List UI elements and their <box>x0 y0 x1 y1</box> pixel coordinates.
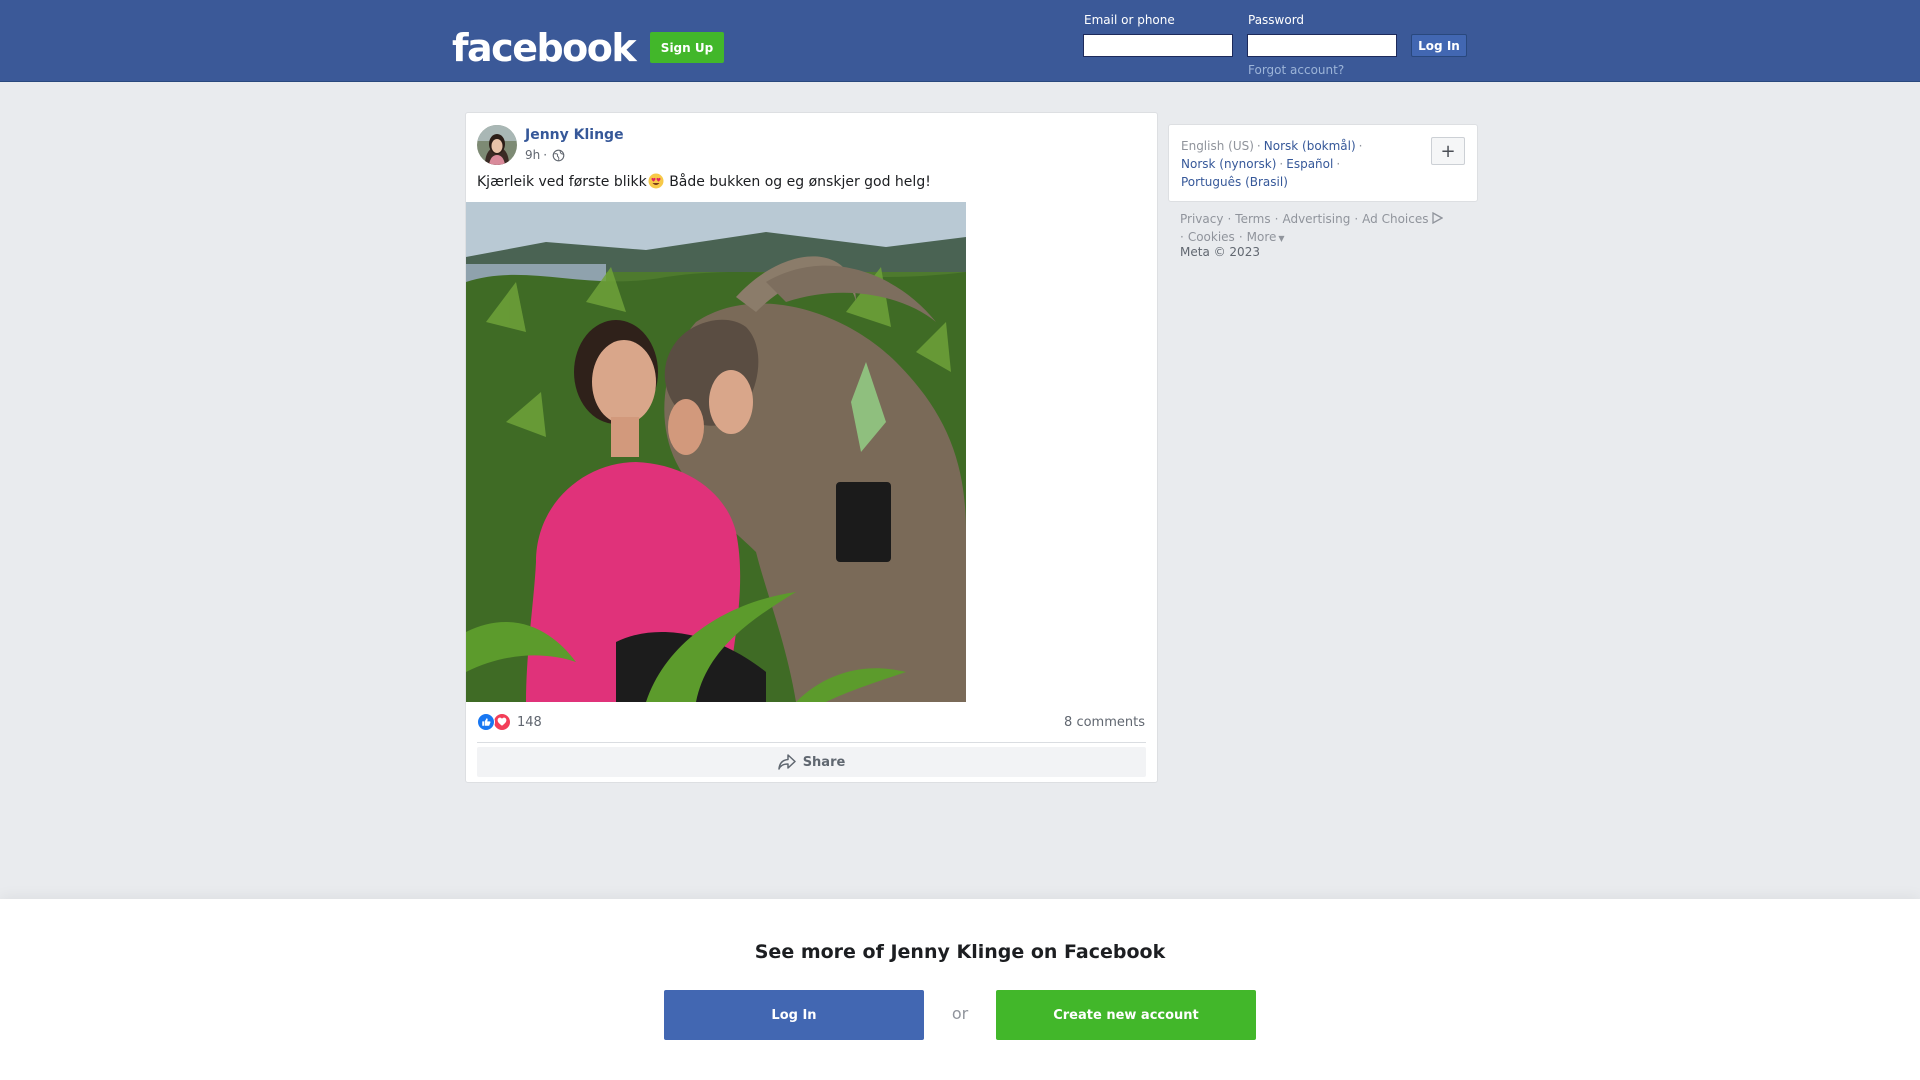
forgot-account-link[interactable]: Forgot account? <box>1248 63 1344 77</box>
footer-link-terms[interactable]: Terms <box>1235 212 1270 226</box>
language-selector: English (US) · Norsk (bokmål) · Norsk (nynor… <box>1168 124 1478 202</box>
reactions-summary[interactable]: 148 <box>477 713 542 731</box>
create-account-button[interactable]: Create new account <box>996 990 1256 1040</box>
separator: · <box>1180 230 1184 244</box>
ad-choices-label: Ad Choices <box>1362 212 1429 226</box>
banner-or-label: or <box>951 1004 969 1023</box>
signup-button[interactable]: Sign Up <box>650 32 724 63</box>
love-icon <box>493 713 511 731</box>
banner-login-button[interactable]: Log In <box>664 990 924 1040</box>
ad-choices-icon <box>1431 211 1443 225</box>
avatar[interactable] <box>477 125 517 165</box>
globe-icon <box>552 149 565 162</box>
post-text: Kjærleik ved første blikk Både bukken og… <box>477 173 931 190</box>
post-card: Jenny Klinge 9h · Kjærleik ved første bl… <box>465 112 1158 783</box>
footer-link-ad-choices[interactable]: Ad Choices <box>1362 211 1443 226</box>
caret-down-icon: ▼ <box>1278 234 1285 243</box>
email-label: Email or phone <box>1084 13 1175 27</box>
separator: · <box>1336 157 1341 171</box>
more-languages-button[interactable]: + <box>1431 137 1465 165</box>
like-icon <box>477 713 495 731</box>
facebook-logo[interactable]: facebook <box>452 26 637 70</box>
separator: · <box>1279 157 1284 171</box>
share-label: Share <box>802 754 846 770</box>
password-field[interactable] <box>1247 34 1397 57</box>
divider <box>477 742 1146 743</box>
share-button[interactable]: Share <box>477 747 1146 777</box>
footer-links: Privacy · Terms · Advertising · Ad Choices · Coo… <box>1180 210 1480 248</box>
post-photo[interactable] <box>466 202 966 702</box>
banner-title: See more of Jenny Klinge on Facebook <box>754 941 1166 963</box>
language-link-norsk-nynorsk[interactable]: Norsk (nynorsk) <box>1181 157 1276 171</box>
current-language: English (US) <box>1181 139 1254 153</box>
heart-eyes-emoji-icon <box>648 173 664 189</box>
post-text-part: Både bukken og eg ønskjer god helg! <box>664 174 931 190</box>
footer-link-more[interactable]: More ▼ <box>1247 230 1285 244</box>
post-timestamp[interactable]: 9h <box>525 148 540 162</box>
language-link-portugues[interactable]: Português (Brasil) <box>1181 175 1288 189</box>
separator: · <box>1358 139 1363 153</box>
separator: · <box>1354 212 1359 226</box>
top-navbar: facebook Sign Up Email or phone Password… <box>0 0 1920 82</box>
footer-link-advertising[interactable]: Advertising <box>1282 212 1350 226</box>
login-prompt-banner: See more of Jenny Klinge on Facebook Log… <box>0 899 1920 1080</box>
language-link-norsk-bokmal[interactable]: Norsk (bokmål) <box>1264 139 1356 153</box>
reaction-count: 148 <box>517 714 542 730</box>
meta-separator: · <box>543 148 548 162</box>
more-label: More <box>1246 230 1277 244</box>
separator: · <box>1274 212 1279 226</box>
share-icon <box>777 754 796 770</box>
post-author-link[interactable]: Jenny Klinge <box>525 127 624 143</box>
separator: · <box>1238 230 1243 244</box>
language-link-espanol[interactable]: Español <box>1286 157 1333 171</box>
separator: · <box>1256 139 1261 153</box>
comments-count-link[interactable]: 8 comments <box>1064 715 1145 730</box>
password-label: Password <box>1248 13 1305 27</box>
language-list: English (US) · Norsk (bokmål) · Norsk (nynor… <box>1181 137 1421 191</box>
post-text-part: Kjærleik ved første blikk <box>477 174 647 190</box>
footer-link-cookies[interactable]: Cookies <box>1188 230 1235 244</box>
footer-link-privacy[interactable]: Privacy <box>1180 212 1223 226</box>
separator: · <box>1227 212 1232 226</box>
copyright: Meta © 2023 <box>1180 245 1260 259</box>
login-button[interactable]: Log In <box>1411 34 1467 57</box>
email-field[interactable] <box>1083 34 1233 57</box>
post-meta: 9h · <box>525 148 565 162</box>
